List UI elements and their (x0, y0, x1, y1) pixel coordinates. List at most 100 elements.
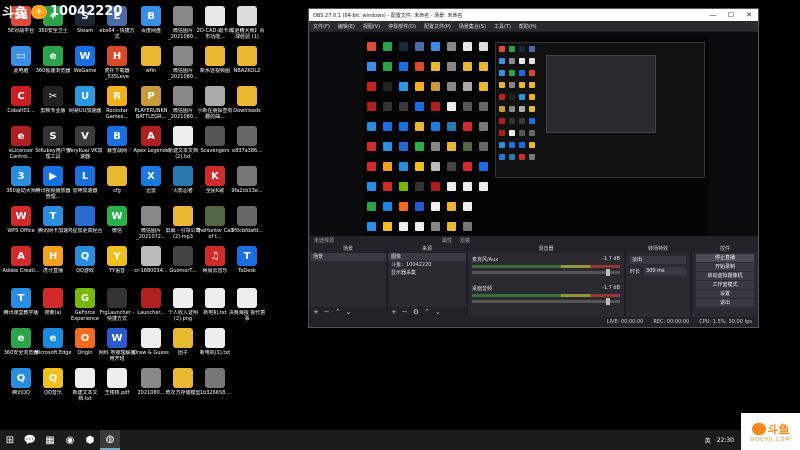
wechat-icon[interactable]: 💬 (20, 430, 40, 450)
app-icon: ▶ (43, 166, 63, 186)
preview-thumbnail (499, 46, 505, 52)
volume-fader[interactable] (472, 269, 620, 276)
preview-thumbnail (447, 62, 456, 71)
transition-select[interactable]: 淡出 (630, 256, 686, 264)
preview-thumbnail (499, 118, 505, 124)
task-view-icon[interactable]: ▦ (40, 430, 60, 450)
desktop-icon-label: 决赛海报 报代意事 (228, 310, 266, 322)
desktop-icon[interactable]: 王楼核.pdf (100, 366, 134, 412)
desktop-icon[interactable]: ♫ 网易云音乐 (198, 244, 232, 290)
preview-thumbnail (367, 162, 376, 171)
menu-help[interactable]: 帮助(H) (519, 23, 537, 30)
preview-thumbnail (415, 82, 424, 91)
fader-knob[interactable] (606, 269, 610, 276)
desktop-icon[interactable]: Q QQ游戏 (68, 244, 102, 290)
app-icon[interactable]: ⬢ (80, 430, 100, 450)
settings-button[interactable]: 设置 (696, 290, 754, 298)
menu-profile[interactable]: 配置文件(P) (424, 23, 451, 30)
minimize-button[interactable]: — (704, 9, 722, 21)
app-icon (237, 288, 257, 308)
obs-window[interactable]: OBS 27.0.1 (64-bit, windows) - 配置文件: 未命名… (308, 8, 759, 328)
menu-file[interactable]: 文件(F) (313, 23, 330, 30)
source-item[interactable]: 图像 (388, 253, 466, 261)
menu-tools[interactable]: 工具(T) (494, 23, 511, 30)
add-icon[interactable]: + (391, 308, 397, 316)
gear-icon[interactable]: ⚙ (413, 308, 419, 316)
preview-thumbnail (447, 202, 456, 211)
taskbar: ⊞ 💬 ▦ ◉ ⬢ ◍ 英 22:30 (0, 430, 800, 450)
obs-taskbar-icon[interactable]: ◍ (100, 430, 120, 450)
filters-button[interactable]: 滤镜 (460, 237, 470, 244)
add-icon[interactable]: + (313, 308, 319, 316)
exit-button[interactable]: 退出 (696, 299, 754, 307)
stop-streaming-button[interactable]: 停止直播 (696, 254, 754, 262)
desktop-icon[interactable]: Q 腾讯QQ (4, 366, 38, 412)
menu-docks[interactable]: 停靠部件(D) (388, 23, 416, 30)
preview-thumbnail (399, 162, 408, 171)
desktop-icon[interactable]: 奇次方存储模型 (165, 366, 201, 412)
close-button[interactable]: ✕ (740, 9, 758, 21)
scene-item[interactable]: 场景 (310, 253, 386, 261)
preview-thumbnail (447, 42, 456, 51)
douyu-logo-sub: DOUYU.COM (750, 436, 791, 443)
browser-icon[interactable]: ◉ (60, 430, 80, 450)
move-up-icon[interactable]: ⌃ (335, 308, 341, 316)
desktop-icon[interactable]: GuomorT... (166, 244, 200, 290)
move-down-icon[interactable]: ⌄ (435, 308, 441, 316)
properties-button[interactable]: 属性 (442, 237, 452, 244)
remove-icon[interactable]: − (324, 308, 330, 316)
app-icon (141, 246, 161, 266)
app-icon: B (107, 126, 127, 146)
preview-canvas[interactable] (363, 36, 709, 240)
move-up-icon[interactable]: ⌃ (424, 308, 430, 316)
scenes-header: 场景 (310, 245, 386, 253)
ime-indicator[interactable]: 英 (705, 436, 711, 445)
clock[interactable]: 22:30 (717, 437, 734, 444)
menu-edit[interactable]: 编辑(E) (338, 23, 355, 30)
virtual-camera-button[interactable]: 启动虚拟摄像机 (696, 272, 754, 280)
start-icon[interactable]: ⊞ (0, 430, 20, 450)
preview-thumbnail (463, 42, 472, 51)
source-item[interactable]: 斗鱼：10042220 (388, 261, 466, 269)
preview-thumbnail (367, 222, 376, 231)
preview-thumbnail (447, 82, 456, 91)
start-recording-button[interactable]: 开始录制 (696, 263, 754, 271)
menu-scene-collection[interactable]: 场景集合(S) (459, 23, 486, 30)
app-icon (173, 246, 193, 266)
desktop-icon[interactable]: 1b326658... (198, 366, 232, 412)
fader-knob[interactable] (606, 298, 610, 305)
douyu-logo: 斗鱼 DOUYU.COM (741, 413, 800, 450)
preview-thumbnail (415, 42, 424, 51)
desktop-icon[interactable]: A Adobe Creati... (2, 244, 40, 290)
preview-nested-desktop (495, 42, 705, 178)
remove-icon[interactable]: − (402, 308, 408, 316)
app-icon (173, 368, 193, 388)
obs-titlebar[interactable]: OBS 27.0.1 (64-bit, windows) - 配置文件: 未命名… (309, 9, 758, 21)
move-down-icon[interactable]: ⌄ (346, 308, 352, 316)
app-icon: ✂ (43, 86, 63, 106)
app-icon (107, 166, 127, 186)
desktop-icon[interactable]: 决赛海报 报代意事 (228, 286, 266, 332)
desktop-icon[interactable]: Y YY语音 (100, 244, 134, 290)
controls-dock: 控件 停止直播 开始录制 启动虚拟摄像机 工作室模式 设置 退出 (692, 245, 758, 317)
duration-input[interactable]: 300 ms (644, 267, 686, 275)
watermark-text: 斗鱼 (2, 6, 29, 21)
app-icon (237, 86, 257, 106)
maximize-button[interactable]: ☐ (722, 9, 740, 21)
source-item[interactable]: 显示器采集 (388, 269, 466, 277)
desktop-icon[interactable]: H 虎牙直播 (36, 244, 70, 290)
desktop-icon[interactable]: cr-1680034... (134, 244, 168, 290)
studio-mode-button[interactable]: 工作室模式 (696, 281, 754, 289)
menu-view[interactable]: 视图(V) (363, 23, 380, 30)
preview-thumbnail (519, 142, 525, 148)
desktop-icon[interactable]: T ToDesk (230, 244, 264, 290)
desktop-icon[interactable]: 2021080... (134, 366, 168, 412)
obs-title: OBS 27.0.1 (64-bit, windows) - 配置文件: 未命名… (313, 12, 463, 19)
desktop-icon[interactable]: Q QQ音乐 (36, 366, 70, 412)
app-icon (75, 206, 95, 226)
preview-thumbnail (431, 62, 440, 71)
volume-fader[interactable] (472, 298, 620, 305)
mixer-track-mic: 麦克风/Aux -1.7 dB (472, 256, 620, 282)
preview-thumbnail (415, 62, 424, 71)
desktop-icon[interactable]: 新建文本文档.txt (68, 366, 102, 412)
